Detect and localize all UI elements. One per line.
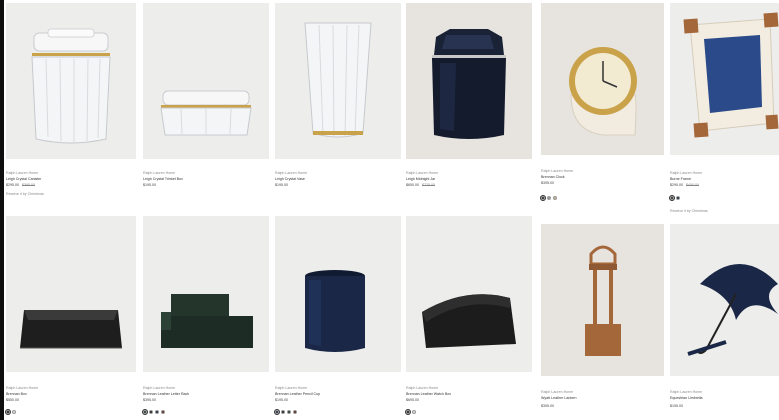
color-swatch[interactable]: [12, 410, 16, 414]
color-swatch[interactable]: [281, 410, 285, 414]
color-swatches: [141, 408, 165, 416]
product-name[interactable]: Brennan Leather Letter Rack: [143, 392, 189, 397]
product-card[interactable]: Ralph Lauren Home Leigh Crystal Trinket …: [143, 3, 269, 211]
product-card[interactable]: Ralph Lauren Home Brennan Leather Watch …: [404, 216, 532, 420]
color-swatch[interactable]: [161, 410, 165, 414]
product-image[interactable]: [143, 216, 269, 372]
product-image[interactable]: [6, 216, 136, 372]
product-price: $395.00: [143, 398, 156, 402]
product-price: $295.00 $395.00: [6, 183, 35, 187]
product-price: $195.00: [275, 398, 288, 402]
color-swatch[interactable]: [547, 196, 551, 200]
product-price: $650.00 $725.00: [406, 183, 435, 187]
product-card[interactable]: Ralph Lauren Home Brennan Leather Letter…: [141, 216, 269, 420]
product-name[interactable]: Leigh Crystal Trinket Box: [143, 177, 183, 182]
midnight-jar-image: [432, 29, 506, 139]
product-name[interactable]: Brennan Leather Watch Box: [406, 392, 451, 397]
product-image[interactable]: [541, 3, 664, 155]
product-brand: Ralph Lauren Home: [670, 171, 703, 175]
color-swatch[interactable]: [539, 194, 547, 202]
product-name[interactable]: Burne Frame: [670, 177, 691, 182]
letter-rack-image: [161, 294, 253, 348]
product-name[interactable]: Wyatt Leather Lantern: [541, 396, 577, 401]
product-image[interactable]: [670, 3, 779, 155]
product-name[interactable]: Leigh Crystal Canister: [6, 177, 41, 182]
umbrella-image: [687, 264, 778, 356]
product-card[interactable]: Ralph Lauren Home Wyatt Leather Lantern …: [541, 224, 664, 420]
product-name[interactable]: Equestrian Umbrella: [670, 396, 703, 401]
color-swatches: [668, 194, 680, 202]
product-card[interactable]: Ralph Lauren Home Brennan Leather Pencil…: [273, 216, 401, 420]
product-card[interactable]: Ralph Lauren Home Brennan Box $550.00: [4, 216, 136, 420]
product-card[interactable]: Ralph Lauren Home Leigh Crystal Canister…: [6, 3, 136, 211]
product-name[interactable]: Leigh Crystal Vase: [275, 177, 305, 182]
photo-frame-image: [683, 12, 779, 138]
product-image[interactable]: [406, 3, 532, 159]
product-brand: Ralph Lauren Home: [143, 386, 176, 390]
color-swatch[interactable]: [412, 410, 416, 414]
color-swatch[interactable]: [273, 408, 281, 416]
color-swatch[interactable]: [293, 410, 297, 414]
color-swatch[interactable]: [4, 408, 12, 416]
pencil-cup-image: [305, 270, 365, 352]
color-swatches: [4, 408, 16, 416]
clock-image: [569, 47, 637, 136]
product-name[interactable]: Brennan Box: [6, 392, 27, 397]
color-swatches: [404, 408, 416, 416]
color-swatches: [539, 194, 557, 202]
product-image[interactable]: [275, 216, 401, 372]
product-card[interactable]: Ralph Lauren Home Equestrian Umbrella $1…: [670, 224, 779, 420]
product-brand: Ralph Lauren Home: [406, 386, 439, 390]
product-brand: Ralph Lauren Home: [275, 171, 308, 175]
product-image[interactable]: [143, 3, 269, 159]
color-swatch[interactable]: [404, 408, 412, 416]
product-price: $395.00: [541, 404, 554, 408]
product-price: $195.00: [670, 404, 683, 408]
product-brand: Ralph Lauren Home: [143, 171, 176, 175]
product-card[interactable]: Ralph Lauren Home Leigh Midnight Jar $65…: [406, 3, 532, 211]
product-brand: Ralph Lauren Home: [406, 171, 439, 175]
color-swatch[interactable]: [149, 410, 153, 414]
product-price: $550.00: [6, 398, 19, 402]
delivery-note: Receive it by Christmas: [670, 209, 708, 213]
product-name[interactable]: Brennan Leather Pencil Cup: [275, 392, 320, 397]
product-image[interactable]: [6, 3, 136, 159]
product-image[interactable]: [541, 224, 664, 376]
product-price: $295.00 $450.00: [670, 183, 699, 187]
color-swatch[interactable]: [668, 194, 676, 202]
product-image[interactable]: [406, 216, 532, 372]
product-price: $395.00: [541, 181, 554, 185]
color-swatch[interactable]: [155, 410, 159, 414]
product-brand: Ralph Lauren Home: [541, 390, 574, 394]
delivery-note: Receive it by Christmas: [6, 192, 44, 196]
color-swatch[interactable]: [287, 410, 291, 414]
product-name[interactable]: Leigh Midnight Jar: [406, 177, 435, 182]
product-card[interactable]: Ralph Lauren Home Brennan Clock $395.00: [539, 3, 664, 211]
leather-box-image: [20, 310, 122, 349]
product-card[interactable]: Ralph Lauren Home Leigh Crystal Vase $19…: [275, 3, 401, 211]
product-brand: Ralph Lauren Home: [275, 386, 308, 390]
crystal-vase-image: [304, 22, 372, 138]
product-price: $695.00: [406, 398, 419, 402]
color-swatch[interactable]: [676, 196, 680, 200]
crystal-trinket-box-image: [160, 90, 252, 136]
product-card[interactable]: Ralph Lauren Home Burne Frame $295.00 $45…: [668, 3, 779, 221]
color-swatch[interactable]: [141, 408, 149, 416]
color-swatches: [273, 408, 297, 416]
product-price: $195.00: [275, 183, 288, 187]
product-brand: Ralph Lauren Home: [670, 390, 703, 394]
product-brand: Ralph Lauren Home: [541, 169, 574, 173]
watch-box-image: [422, 294, 516, 348]
product-brand: Ralph Lauren Home: [6, 171, 39, 175]
product-brand: Ralph Lauren Home: [6, 386, 39, 390]
product-grid: Ralph Lauren Home Leigh Crystal Canister…: [0, 0, 779, 420]
product-image[interactable]: [670, 224, 779, 376]
product-image[interactable]: [275, 3, 401, 159]
color-swatch[interactable]: [553, 196, 557, 200]
leather-lantern-image: [585, 245, 621, 356]
product-price: $195.00: [143, 183, 156, 187]
product-name[interactable]: Brennan Clock: [541, 175, 565, 180]
crystal-canister-image: [31, 28, 111, 144]
